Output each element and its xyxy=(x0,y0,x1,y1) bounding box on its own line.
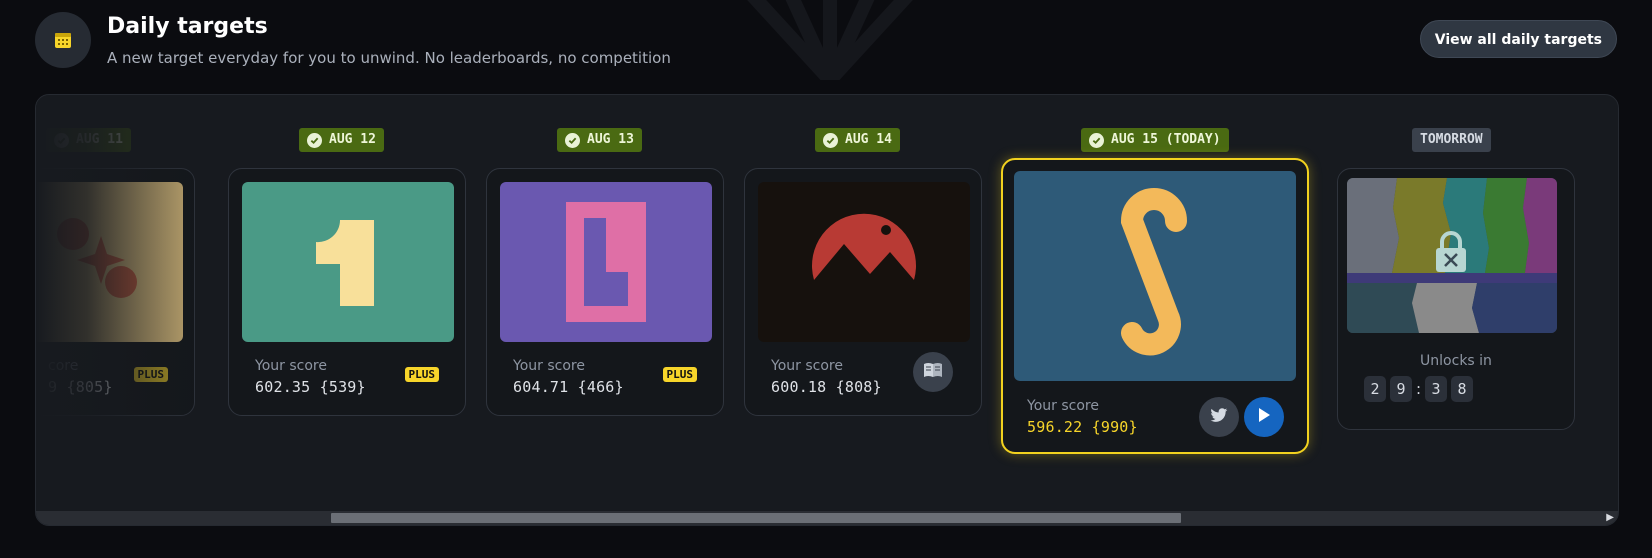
score-value: 602.35 {539} xyxy=(255,378,366,396)
play-button[interactable] xyxy=(1244,397,1284,437)
score-label: Your score xyxy=(255,358,327,374)
check-icon xyxy=(1089,132,1104,148)
check-icon xyxy=(565,132,580,148)
date-label: AUG 13 xyxy=(587,132,634,147)
target-thumbnail-letter-s[interactable] xyxy=(1014,171,1296,381)
check-icon xyxy=(54,132,69,148)
target-card-aug-13[interactable]: Your score 604.71 {466} PLUS xyxy=(486,168,724,416)
target-thumbnail-beige-sparkle[interactable] xyxy=(36,182,183,342)
scrollbar-thumb[interactable] xyxy=(331,513,1181,523)
unlocks-in-label: Unlocks in xyxy=(1420,353,1492,369)
target-thumbnail-number-one[interactable] xyxy=(242,182,454,342)
date-badge-tomorrow: TOMORROW xyxy=(1412,128,1491,152)
score-label: Your score xyxy=(771,358,843,374)
plus-badge: PLUS xyxy=(404,367,439,382)
target-thumbnail-locked xyxy=(1347,178,1557,333)
target-thumbnail-letter-l[interactable] xyxy=(500,182,712,342)
date-label: AUG 11 xyxy=(76,132,123,147)
check-icon xyxy=(307,132,322,148)
daily-targets-carousel[interactable]: AUG 11 core 9 {805} PLUS AUG 12 Your sco… xyxy=(35,94,1619,526)
target-card-aug-11[interactable]: core 9 {805} PLUS xyxy=(36,168,195,416)
score-label: core xyxy=(48,358,79,374)
lock-icon xyxy=(1434,230,1468,274)
score-value: 9 {805} xyxy=(48,378,113,396)
date-badge-aug-12: AUG 12 xyxy=(299,128,384,152)
calendar-icon xyxy=(35,12,91,68)
countdown-digit: 3 xyxy=(1425,376,1448,402)
date-label: AUG 12 xyxy=(329,132,376,147)
plus-badge: PLUS xyxy=(133,367,168,382)
twitter-icon xyxy=(1210,407,1228,427)
view-all-daily-targets-button[interactable]: View all daily targets xyxy=(1419,20,1617,58)
countdown-digit: 2 xyxy=(1364,376,1386,402)
date-badge-aug-13: AUG 13 xyxy=(557,128,642,152)
score-value: 600.18 {808} xyxy=(771,378,882,396)
target-card-tomorrow: Unlocks in 29:38 xyxy=(1337,168,1575,430)
date-badge-aug-11: AUG 11 xyxy=(46,128,131,152)
score-value: 596.22 {990} xyxy=(1027,418,1138,436)
target-card-aug-14[interactable]: Your score 600.18 {808} xyxy=(744,168,982,416)
book-icon xyxy=(923,362,943,382)
score-label: Your score xyxy=(1027,398,1099,414)
plus-badge: PLUS xyxy=(662,367,697,382)
play-icon xyxy=(1257,407,1271,427)
countdown-separator: : xyxy=(1416,380,1422,398)
countdown-digit: 9 xyxy=(1390,376,1412,402)
score-label: Your score xyxy=(513,358,585,374)
share-twitter-button[interactable] xyxy=(1199,397,1239,437)
check-icon xyxy=(823,132,838,148)
date-badge-aug-15-today: AUG 15 (TODAY) xyxy=(1081,128,1229,152)
date-label: AUG 15 (TODAY) xyxy=(1111,132,1221,147)
target-thumbnail-red-mountain[interactable] xyxy=(758,182,970,342)
target-card-aug-12[interactable]: Your score 602.35 {539} PLUS xyxy=(228,168,466,416)
countdown-timer: 29:38 xyxy=(1364,376,1477,402)
tomorrow-label: TOMORROW xyxy=(1420,132,1483,147)
date-badge-aug-14: AUG 14 xyxy=(815,128,900,152)
date-label: AUG 14 xyxy=(845,132,892,147)
read-solution-button[interactable] xyxy=(913,352,953,392)
target-card-aug-15-today[interactable]: Your score 596.22 {990} xyxy=(1001,158,1309,454)
page-subtitle: A new target everyday for you to unwind.… xyxy=(107,49,671,67)
page-title: Daily targets xyxy=(107,14,268,39)
scroll-right-arrow-icon[interactable]: ▶ xyxy=(1606,512,1614,523)
score-value: 604.71 {466} xyxy=(513,378,624,396)
countdown-digit: 8 xyxy=(1451,376,1474,402)
daily-targets-header: Daily targets A new target everyday for … xyxy=(35,12,1617,72)
horizontal-scrollbar[interactable]: ▶ xyxy=(36,511,1618,525)
